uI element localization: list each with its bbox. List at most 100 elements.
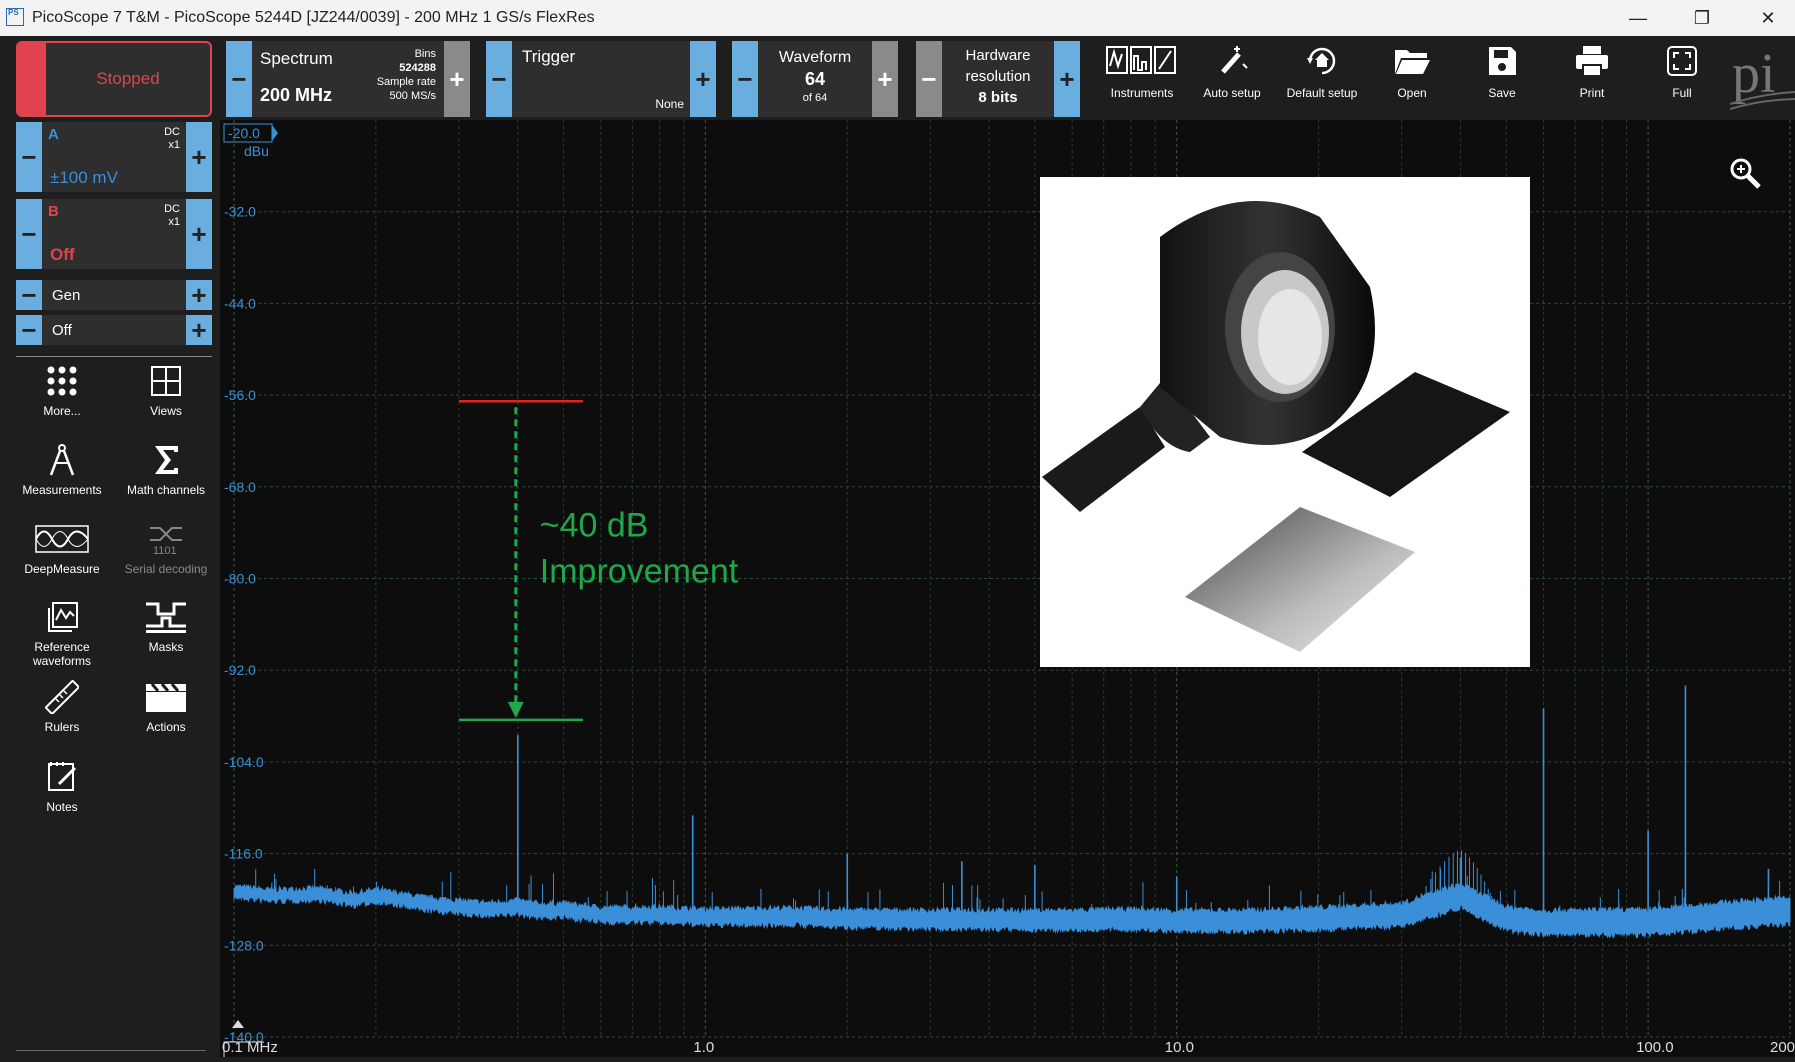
open-label: Open <box>1397 86 1427 100</box>
generator-plus-button[interactable]: + <box>186 280 212 310</box>
resolution-value: 8 bits <box>978 89 1018 106</box>
grid-dots-icon <box>47 366 77 396</box>
chart-grid <box>233 120 1791 1038</box>
mask-icon <box>146 602 186 633</box>
instruments-label: Instruments <box>1110 86 1174 100</box>
channel-b-coupling: DC <box>164 203 180 215</box>
actions-button[interactable]: Actions <box>114 680 218 734</box>
trigger-label: Trigger <box>522 47 576 66</box>
waveform-plus-button[interactable]: + <box>872 41 898 117</box>
trigger-value: None <box>655 97 684 111</box>
instruments-button[interactable]: Instruments <box>1100 40 1184 116</box>
instruments-icon <box>1106 46 1176 74</box>
magic-wand-icon <box>1221 46 1248 74</box>
masks-label: Masks <box>148 640 184 654</box>
channel-a-probe: x1 <box>168 139 180 151</box>
generator-minus-button[interactable]: − <box>16 280 42 310</box>
channel-a-name: A <box>48 126 59 143</box>
y-tick-label: -32.0 <box>224 204 256 220</box>
trigger-control[interactable]: Trigger None <box>512 41 690 117</box>
channel-a-trace <box>233 685 1791 939</box>
serial-decoding-label: Serial decoding <box>124 562 208 576</box>
spectrum-chart[interactable]: -20.0 dBu -32.0 -44.0 -56.0 -68.0 -80.0 -92.0… <box>220 120 1795 1057</box>
resolution-minus-button[interactable]: − <box>916 41 942 117</box>
title-bar: PS PicoScope 7 T&M - PicoScope 5244D [JZ… <box>0 0 1795 36</box>
channel-b-minus-button[interactable]: − <box>16 199 42 269</box>
views-label: Views <box>150 404 182 418</box>
print-button[interactable]: Print <box>1550 40 1634 116</box>
full-screen-button[interactable]: Full <box>1640 40 1724 116</box>
bins-label: Bins <box>414 48 436 60</box>
floppy-disk-icon <box>1489 47 1516 75</box>
stop-indicator <box>18 43 46 115</box>
resolution-control[interactable]: Hardware resolution 8 bits <box>942 41 1054 117</box>
spectrum-plus-button[interactable]: + <box>444 41 470 117</box>
notes-button[interactable]: Notes <box>10 760 114 814</box>
toolbar: Stopped − Spectrum 200 MHz Bins 524288 S… <box>0 36 1795 120</box>
waveform-control[interactable]: Waveform 64 of 64 <box>758 41 872 117</box>
waveform-label: Waveform <box>778 49 852 66</box>
y-axis-top-label[interactable]: -20.0 <box>228 125 260 141</box>
y-tick-label: -104.0 <box>224 754 264 770</box>
masks-button[interactable]: Masks <box>114 600 218 654</box>
generator-state-plus-button[interactable]: + <box>186 315 212 345</box>
channel-a-plus-button[interactable]: + <box>186 122 212 192</box>
measurements-button[interactable]: Measurements <box>10 443 114 497</box>
generator-state-control[interactable]: − Off + <box>16 315 212 345</box>
resolution-plus-button[interactable]: + <box>1054 41 1080 117</box>
sample-rate-value: 500 MS/s <box>389 90 436 102</box>
channel-a-minus-button[interactable]: − <box>16 122 42 192</box>
trigger-plus-button[interactable]: + <box>690 41 716 117</box>
channel-a-range: ±100 mV <box>50 168 118 187</box>
views-button[interactable]: Views <box>114 364 218 418</box>
minimize-button[interactable]: — <box>1618 4 1658 32</box>
waveform-value: 64 <box>804 69 826 89</box>
more-button[interactable]: More... <box>10 364 114 418</box>
clapperboard-icon <box>146 683 186 712</box>
notes-icon <box>48 762 77 791</box>
waveform-minus-button[interactable]: − <box>732 41 758 117</box>
folder-open-icon <box>1395 50 1430 74</box>
channel-b-control[interactable]: − B DC x1 Off + <box>16 199 212 269</box>
window-title: PicoScope 7 T&M - PicoScope 5244D [JZ244… <box>32 9 595 26</box>
channel-a-control[interactable]: − A DC x1 ±100 mV + <box>16 122 212 192</box>
zoom-in-icon[interactable] <box>1728 156 1762 190</box>
annotation-line-1: ~40 dB <box>540 506 649 544</box>
generator-label: Gen <box>52 287 81 304</box>
save-button[interactable]: Save <box>1460 40 1544 116</box>
channel-b-plus-button[interactable]: + <box>186 199 212 269</box>
generator-control[interactable]: − Gen + <box>16 280 212 310</box>
compass-icon <box>49 444 75 476</box>
more-label: More... <box>43 404 81 418</box>
actions-label: Actions <box>146 720 186 734</box>
y-axis: -20.0 dBu <box>223 123 278 159</box>
generator-state-minus-button[interactable]: − <box>16 315 42 345</box>
resolution-label-1: Hardware <box>965 47 1031 64</box>
save-label: Save <box>1488 86 1516 100</box>
close-button[interactable]: ✕ <box>1748 4 1788 32</box>
trigger-minus-button[interactable]: − <box>486 41 512 117</box>
x-tick-label: 100.0 <box>1636 1039 1674 1056</box>
serial-decoding-button[interactable]: 1101 Serial decoding <box>114 522 218 576</box>
default-setup-button[interactable]: Default setup <box>1280 40 1364 116</box>
sidebar-divider <box>16 356 212 357</box>
y-tick-label: -128.0 <box>224 937 264 953</box>
auto-setup-button[interactable]: Auto setup <box>1190 40 1274 116</box>
spectrum-minus-button[interactable]: − <box>226 41 252 117</box>
bins-value: 524288 <box>399 62 436 74</box>
shielding-tape-photo <box>1040 177 1530 667</box>
math-channels-button[interactable]: Math channels <box>114 443 218 497</box>
run-stop-button[interactable]: Stopped <box>16 41 212 117</box>
spectrum-view[interactable]: -20.0 dBu -32.0 -44.0 -56.0 -68.0 -80.0 -92.0… <box>220 120 1795 1057</box>
restore-button[interactable]: ❐ <box>1682 4 1722 32</box>
pico-logo-icon: pi <box>1730 43 1795 110</box>
reference-waveforms-button[interactable]: Reference waveforms <box>10 600 114 668</box>
y-tick-label: -80.0 <box>224 571 256 587</box>
open-button[interactable]: Open <box>1370 40 1454 116</box>
sigma-icon <box>155 446 178 474</box>
svg-text:1101: 1101 <box>153 545 177 556</box>
rulers-button[interactable]: Rulers <box>10 680 114 734</box>
ruler-icon <box>45 680 79 714</box>
spectrum-control[interactable]: Spectrum 200 MHz Bins 524288 Sample rate… <box>252 41 444 117</box>
deepmeasure-button[interactable]: DeepMeasure <box>10 522 114 576</box>
